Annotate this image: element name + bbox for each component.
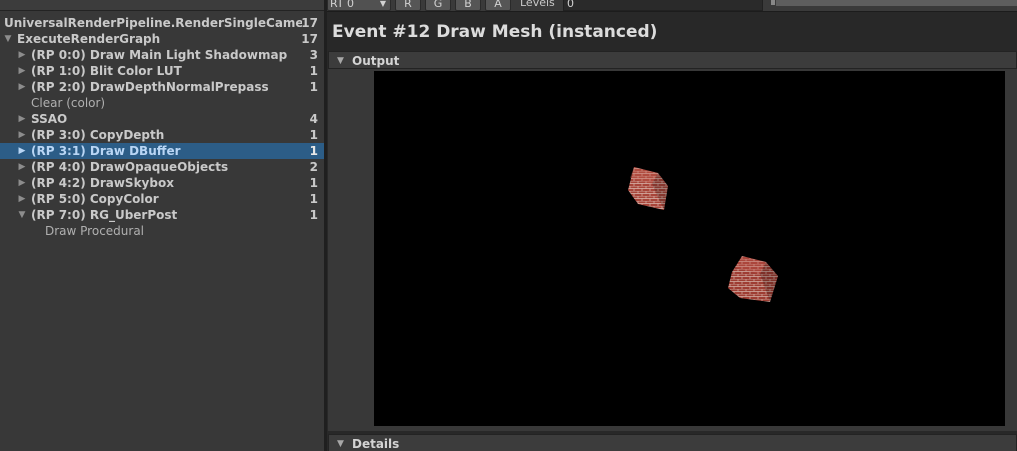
hierarchy-row-rg-uberpost[interactable]: ▼ (RP 7:0) RG_UberPost 1	[0, 207, 324, 223]
hierarchy-row-label: (RP 3:0) CopyDepth	[31, 128, 165, 142]
hierarchy-row-blit-color-lut[interactable]: ▶ (RP 1:0) Blit Color LUT 1	[0, 63, 324, 79]
hierarchy-row-label: (RP 1:0) Blit Color LUT	[31, 64, 182, 78]
hierarchy-row-ssao[interactable]: ▶ SSAO 4	[0, 111, 324, 127]
hierarchy-row-count: 17	[301, 16, 318, 30]
levels-input[interactable]: 0	[563, 0, 763, 11]
hierarchy-row-count: 1	[309, 80, 318, 94]
event-title: Event #12 Draw Mesh (instanced)	[332, 22, 658, 42]
hierarchy-row-draw-procedural[interactable]: Draw Procedural	[0, 223, 324, 239]
render-target-dropdown[interactable]: RT 0 ▼	[327, 0, 391, 11]
triangle-down-icon: ▼	[337, 439, 344, 449]
hierarchy-row-label: Draw Procedural	[45, 224, 145, 238]
triangle-right-icon[interactable]: ▶	[17, 127, 27, 143]
frame-debugger-hierarchy-panel: UniversalRenderPipeline.RenderSingleCame…	[0, 0, 324, 451]
hierarchy-row-draw-skybox[interactable]: ▶ (RP 4:2) DrawSkybox 1	[0, 175, 324, 191]
hierarchy-row-count: 2	[309, 160, 318, 174]
hierarchy-row-label: (RP 0:0) Draw Main Light Shadowmap	[31, 48, 288, 62]
render-preview[interactable]	[374, 71, 1005, 426]
hierarchy-row-label: (RP 5:0) CopyColor	[31, 192, 159, 206]
levels-slider-handle[interactable]	[770, 0, 776, 6]
triangle-right-icon[interactable]: ▶	[17, 159, 27, 175]
render-target-value: RT 0	[330, 0, 355, 10]
chevron-down-icon: ▼	[379, 0, 386, 8]
hierarchy-row-draw-opaque-objects[interactable]: ▶ (RP 4:0) DrawOpaqueObjects 2	[0, 159, 324, 175]
hierarchy-row-label: (RP 4:2) DrawSkybox	[31, 176, 174, 190]
channel-g-toggle[interactable]: G	[425, 0, 451, 11]
hierarchy-row-label: ExecuteRenderGraph	[17, 32, 161, 46]
output-section-title: Output	[352, 54, 400, 68]
triangle-right-icon[interactable]: ▶	[17, 79, 27, 95]
output-toolbar: RT 0 ▼ R G B A Levels 0	[327, 0, 1017, 12]
hierarchy-row-copy-depth[interactable]: ▶ (RP 3:0) CopyDepth 1	[0, 127, 324, 143]
brick-cube-lower	[728, 256, 778, 302]
triangle-right-icon[interactable]: ▶	[17, 47, 27, 63]
triangle-right-icon[interactable]: ▶	[17, 111, 27, 127]
triangle-down-icon[interactable]: ▼	[17, 207, 27, 223]
hierarchy-row-count: 1	[309, 208, 318, 222]
hierarchy-row-copy-color[interactable]: ▶ (RP 5:0) CopyColor 1	[0, 191, 324, 207]
details-section-title: Details	[352, 437, 400, 451]
triangle-down-icon: ▼	[337, 56, 344, 66]
event-details-panel: RT 0 ▼ R G B A Levels 0 Event #12 Draw M…	[327, 0, 1017, 451]
hierarchy-header-strip	[0, 0, 324, 11]
channel-r-toggle[interactable]: R	[395, 0, 421, 11]
hierarchy-row-label: (RP 3:1) Draw DBuffer	[31, 144, 181, 158]
hierarchy-row-count: 17	[301, 32, 318, 46]
hierarchy-row-count: 4	[309, 112, 318, 126]
hierarchy-row-depth-normal-prepass[interactable]: ▶ (RP 2:0) DrawDepthNormalPrepass 1	[0, 79, 324, 95]
hierarchy-row-root[interactable]: UniversalRenderPipeline.RenderSingleCame…	[0, 15, 324, 31]
brick-cube-upper	[628, 167, 668, 210]
triangle-right-icon[interactable]: ▶	[17, 143, 27, 159]
triangle-right-icon[interactable]: ▶	[17, 175, 27, 191]
levels-label: Levels	[520, 0, 555, 9]
hierarchy-row-count: 1	[309, 192, 318, 206]
hierarchy-row-clear-color[interactable]: Clear (color)	[0, 95, 324, 111]
hierarchy-row-count: 1	[309, 144, 318, 158]
hierarchy-row-count: 3	[309, 48, 318, 62]
hierarchy-row-label: SSAO	[31, 112, 68, 126]
output-section-body	[328, 69, 1017, 431]
triangle-down-icon[interactable]: ▼	[3, 31, 13, 47]
output-section-header[interactable]: ▼ Output	[328, 51, 1017, 69]
hierarchy-row-label: Clear (color)	[31, 96, 106, 110]
hierarchy-row-label: UniversalRenderPipeline.RenderSingleCame…	[4, 16, 302, 30]
hierarchy-row-draw-dbuffer-selected[interactable]: ▶ (RP 3:1) Draw DBuffer 1	[0, 143, 324, 159]
hierarchy-row-count: 1	[309, 64, 318, 78]
hierarchy-row-label: (RP 7:0) RG_UberPost	[31, 208, 178, 222]
hierarchy-row-label: (RP 2:0) DrawDepthNormalPrepass	[31, 80, 269, 94]
hierarchy-row-count: 1	[309, 128, 318, 142]
hierarchy-row-label: (RP 4:0) DrawOpaqueObjects	[31, 160, 229, 174]
hierarchy-row-execute-render-graph[interactable]: ▼ ExecuteRenderGraph 17	[0, 31, 324, 47]
triangle-right-icon[interactable]: ▶	[17, 191, 27, 207]
triangle-right-icon[interactable]: ▶	[17, 63, 27, 79]
levels-slider[interactable]	[771, 0, 1017, 6]
hierarchy-row-main-light-shadowmap[interactable]: ▶ (RP 0:0) Draw Main Light Shadowmap 3	[0, 47, 324, 63]
channel-a-toggle[interactable]: A	[485, 0, 511, 11]
hierarchy-row-count: 1	[309, 176, 318, 190]
channel-b-toggle[interactable]: B	[455, 0, 481, 11]
details-section-header[interactable]: ▼ Details	[328, 434, 1017, 451]
